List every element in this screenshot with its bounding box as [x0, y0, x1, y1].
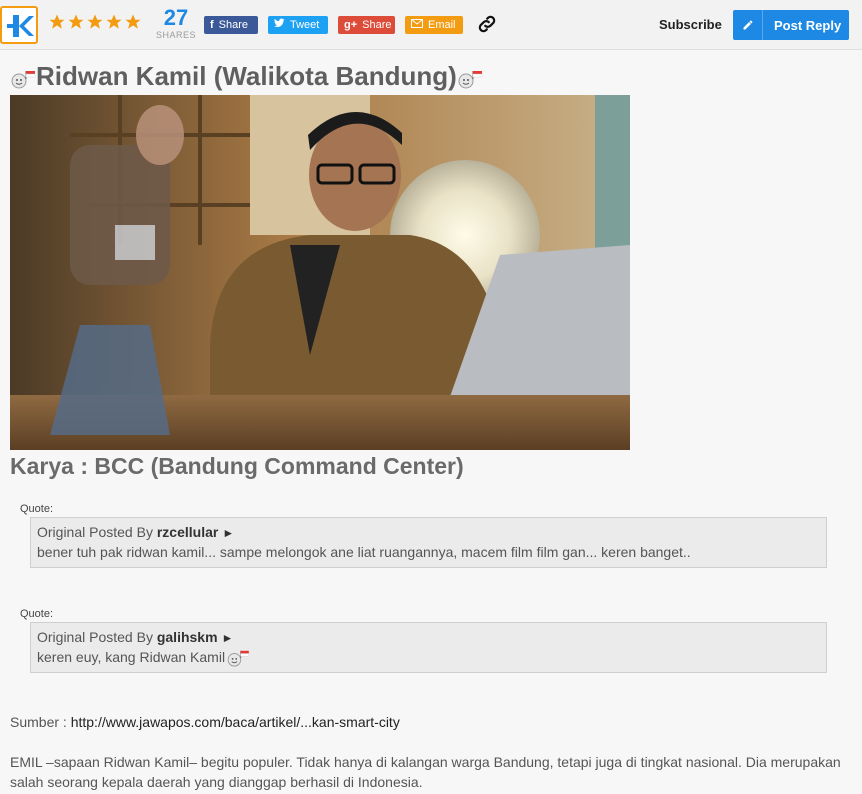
twitter-tweet-label: Tweet	[290, 19, 320, 31]
quote-block: Original Posted By galihskm ► keren euy, …	[30, 622, 827, 673]
share-count: 27	[163, 5, 189, 30]
twitter-icon	[274, 16, 285, 34]
quote-label: Quote:	[20, 503, 54, 515]
gplus-share-button[interactable]: g+ Share	[338, 16, 395, 34]
post-reply-button[interactable]: Post Reply	[733, 10, 849, 40]
quote-username[interactable]: rzcellular	[157, 524, 218, 540]
post-subtitle: Karya : BCC (Bandung Command Center)	[10, 453, 464, 479]
kaskus-logo[interactable]	[0, 6, 38, 44]
post-reply-label: Post Reply	[774, 17, 842, 33]
article-paragraph: EMIL –sapaan Ridwan Kamil– begitu popule…	[10, 754, 841, 790]
subscribe-button[interactable]: Subscribe	[659, 17, 722, 32]
quote-prefix: Original Posted By	[37, 524, 157, 540]
chain-link-icon[interactable]	[476, 13, 498, 35]
source-label: Sumber :	[10, 714, 71, 730]
post-title: Ridwan Kamil (Walikota Bandung)	[10, 60, 483, 92]
star-icon[interactable]	[105, 12, 123, 34]
gplus-icon: g+	[344, 19, 358, 31]
quote-header: Original Posted By galihskm ►	[37, 629, 826, 649]
envelope-icon	[411, 16, 423, 34]
smiley-flag-emoticon-icon	[457, 69, 483, 89]
rating-stars[interactable]	[48, 12, 142, 34]
quote-label: Quote:	[20, 608, 54, 620]
smiley-flag-emoticon-icon	[225, 649, 253, 667]
share-counter: 27 SHARES	[156, 5, 197, 41]
quote-jump-arrow-icon[interactable]: ►	[222, 526, 234, 540]
facebook-share-button[interactable]: f Share	[204, 16, 258, 34]
email-share-button[interactable]: Email	[405, 16, 463, 34]
source-line: Sumber : http://www.jawapos.com/baca/art…	[10, 714, 400, 730]
facebook-icon: f	[210, 19, 214, 31]
star-icon[interactable]	[124, 12, 142, 34]
top-toolbar: 27 SHARES f Share Tweet g+ Share Email S…	[0, 0, 862, 50]
source-link[interactable]: http://www.jawapos.com/baca/artikel/...k…	[71, 714, 400, 730]
smiley-flag-emoticon-icon	[10, 69, 36, 89]
quote-text-line: keren euy, kang Ridwan Kamil	[37, 649, 826, 669]
quote-header: Original Posted By rzcellular ►	[37, 524, 826, 544]
star-icon[interactable]	[48, 12, 66, 34]
gplus-share-label: Share	[362, 19, 392, 31]
post-title-text: Ridwan Kamil (Walikota Bandung)	[36, 61, 457, 91]
pencil-icon	[733, 10, 763, 40]
quote-text: keren euy, kang Ridwan Kamil	[37, 649, 226, 665]
post-photo[interactable]	[10, 95, 630, 450]
quote-block: Original Posted By rzcellular ► bener tuh…	[30, 517, 827, 568]
quote-prefix: Original Posted By	[37, 629, 157, 645]
star-icon[interactable]	[67, 12, 85, 34]
email-share-label: Email	[428, 19, 456, 31]
facebook-share-label: Share	[218, 19, 249, 31]
quote-text: bener tuh pak ridwan kamil... sampe melo…	[37, 544, 691, 560]
quote-username[interactable]: galihskm	[157, 629, 218, 645]
quote-jump-arrow-icon[interactable]: ►	[222, 631, 234, 645]
share-count-label: SHARES	[156, 30, 197, 40]
twitter-tweet-button[interactable]: Tweet	[268, 16, 328, 34]
star-icon[interactable]	[86, 12, 104, 34]
